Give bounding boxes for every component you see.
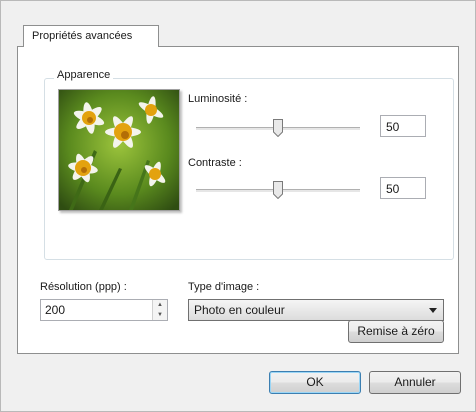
dialog-window: Propriétés avancées Apparence Luminosité… (0, 0, 476, 412)
brightness-slider-thumb[interactable] (273, 119, 283, 138)
flower-photo (59, 90, 179, 210)
resolution-spin-buttons: ▲ ▼ (152, 300, 167, 320)
spin-down-icon[interactable]: ▼ (153, 310, 167, 320)
ok-button[interactable]: OK (269, 371, 361, 394)
resolution-value: 200 (45, 303, 66, 317)
brightness-label: Luminosité : (188, 93, 248, 105)
resolution-spinbox[interactable]: 200 ▲ ▼ (40, 299, 168, 321)
image-type-label: Type d'image : (188, 281, 260, 293)
cancel-button[interactable]: Annuler (369, 371, 461, 394)
tab-label: Propriétés avancées (32, 30, 133, 42)
image-type-dropdown[interactable]: Photo en couleur (188, 299, 444, 321)
preview-image (58, 89, 180, 211)
appearance-group-title: Apparence (54, 69, 114, 81)
contrast-value-field[interactable]: 50 (380, 177, 426, 199)
contrast-slider-thumb[interactable] (273, 181, 283, 200)
brightness-value-field[interactable]: 50 (380, 115, 426, 137)
tab-panel: Apparence Luminosité: 50 Contraste: 50… (17, 46, 459, 354)
tab-advanced-properties[interactable]: Propriétés avancées (23, 25, 159, 47)
chevron-down-icon (429, 308, 437, 313)
contrast-label: Contraste : (188, 157, 242, 169)
resolution-label: Résolution (ppp) : (40, 281, 127, 293)
image-type-selected: Photo en couleur (194, 303, 285, 317)
reset-button[interactable]: Remise à zéro (348, 320, 444, 343)
